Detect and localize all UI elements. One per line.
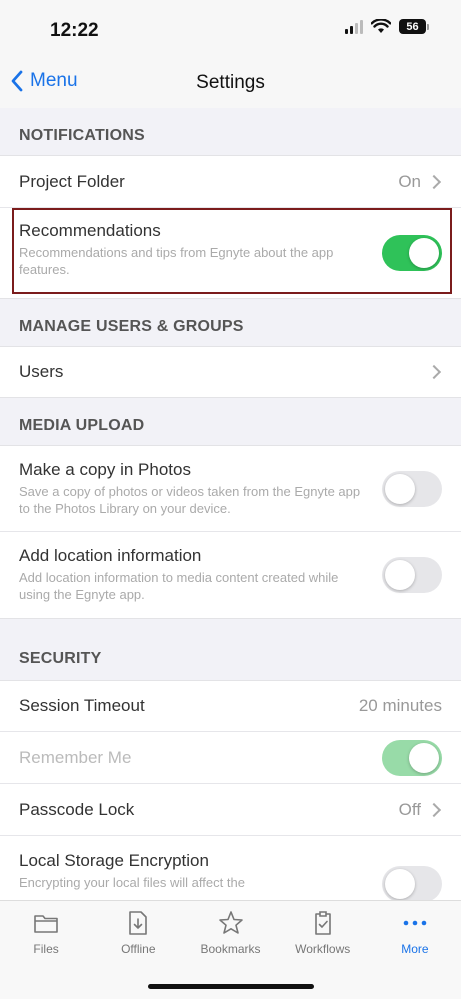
location-info-toggle[interactable] — [382, 557, 442, 593]
local-storage-toggle[interactable] — [382, 866, 442, 900]
local-storage-row: Local Storage Encryption Encrypting your… — [0, 836, 461, 900]
chevron-right-icon — [426, 802, 442, 817]
notifications-group: Project Folder On Recommendations Recomm… — [0, 155, 461, 299]
manage-users-group: Users — [0, 346, 461, 398]
tab-bar: Files Offline Bookmarks Workflows More — [0, 900, 461, 999]
location-info-label: Add location information — [19, 546, 202, 565]
tab-more-label: More — [401, 942, 429, 956]
tab-workflows-label: Workflows — [295, 942, 351, 956]
media-upload-group: Make a copy in Photos Save a copy of pho… — [0, 445, 461, 619]
settings-list[interactable]: NOTIFICATIONS Project Folder On Recommen… — [0, 108, 461, 900]
clipboard-check-icon — [314, 911, 331, 935]
tab-bookmarks[interactable]: Bookmarks — [184, 901, 276, 961]
wifi-icon — [371, 19, 391, 33]
project-folder-label: Project Folder — [19, 172, 125, 191]
status-icons: 56 — [345, 19, 429, 34]
recommendations-label: Recommendations — [19, 221, 161, 240]
copy-photos-row: Make a copy in Photos Save a copy of pho… — [0, 446, 461, 532]
remember-me-row: Remember Me — [0, 732, 461, 784]
remember-me-toggle — [382, 739, 442, 776]
section-header-security: SECURITY — [0, 619, 461, 680]
star-icon — [218, 911, 243, 934]
page-title: Settings — [196, 72, 265, 93]
tab-more[interactable]: More — [369, 901, 461, 961]
tab-workflows[interactable]: Workflows — [277, 901, 369, 961]
home-indicator[interactable] — [148, 984, 314, 989]
remember-me-label: Remember Me — [19, 748, 132, 767]
cellular-signal-icon — [345, 19, 363, 34]
users-label: Users — [19, 362, 64, 381]
folder-icon — [34, 915, 58, 933]
copy-photos-label: Make a copy in Photos — [19, 460, 191, 479]
recommendations-toggle[interactable] — [382, 235, 442, 271]
offline-download-icon — [129, 911, 148, 935]
security-group: Session Timeout 20 minutes Remember Me P… — [0, 680, 461, 900]
location-info-row: Add location information Add location in… — [0, 532, 461, 618]
passcode-lock-label: Passcode Lock — [19, 800, 135, 819]
chevron-right-icon — [426, 364, 442, 380]
more-dots-icon — [403, 920, 427, 926]
section-header-media-upload: MEDIA UPLOAD — [0, 398, 461, 445]
passcode-lock-value: Off — [398, 799, 421, 819]
tab-offline-label: Offline — [121, 942, 156, 956]
session-timeout-row[interactable]: Session Timeout 20 minutes — [0, 681, 461, 732]
project-folder-row[interactable]: Project Folder On — [0, 156, 461, 208]
copy-photos-toggle[interactable] — [382, 470, 442, 507]
session-timeout-value: 20 minutes — [358, 696, 442, 715]
chevron-right-icon — [426, 174, 442, 189]
tab-bookmarks-label: Bookmarks — [200, 942, 261, 956]
recommendations-row: Recommendations Recommendations and tips… — [0, 208, 461, 298]
project-folder-value: On — [398, 171, 421, 191]
battery-level: 56 — [399, 19, 426, 34]
tab-files-label: Files — [33, 942, 59, 956]
passcode-lock-row[interactable]: Passcode Lock Off — [0, 784, 461, 836]
section-header-notifications: NOTIFICATIONS — [0, 108, 461, 155]
local-storage-label: Local Storage Encryption — [19, 851, 209, 870]
location-info-description: Add location information to media conten… — [19, 570, 339, 602]
status-bar: 12:22 56 — [0, 0, 461, 58]
local-storage-description: Encrypting your local files will affect … — [19, 875, 245, 890]
tab-files[interactable]: Files — [0, 901, 92, 961]
battery-icon: 56 — [399, 19, 429, 34]
navigation-bar: Menu Settings — [0, 58, 461, 108]
users-row[interactable]: Users — [0, 347, 461, 397]
recommendations-description: Recommendations and tips from Egnyte abo… — [19, 245, 334, 277]
copy-photos-description: Save a copy of photos or videos taken fr… — [19, 484, 361, 516]
status-time: 12:22 — [50, 20, 99, 41]
section-header-manage-users: MANAGE USERS & GROUPS — [0, 299, 461, 346]
tab-offline[interactable]: Offline — [92, 901, 184, 961]
